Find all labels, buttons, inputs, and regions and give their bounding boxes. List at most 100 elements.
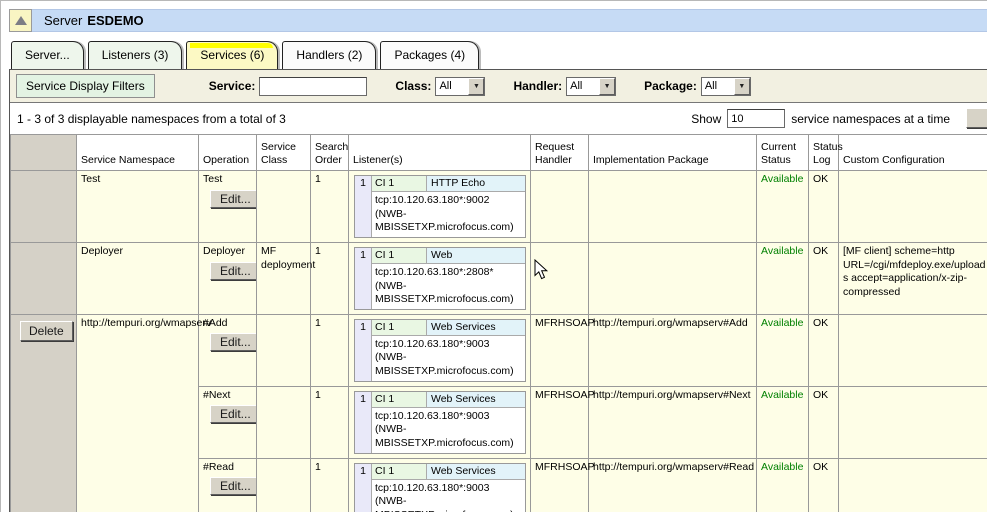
delete-button[interactable]: Delete [20,321,73,341]
implementation-package-cell: http://tempuri.org/wmapserv#Next [589,386,757,458]
chevron-down-icon: ▼ [734,78,750,95]
listener-address: tcp:10.120.63.180*:2808* (NWB-MBISSETXP.… [372,264,525,309]
table-row: Test Test Edit... 1 1 CI 1 HTTP Echo tcp… [11,171,987,243]
edit-button[interactable]: Edit... [210,477,261,495]
tab-listeners[interactable]: Listeners (3) [88,41,183,69]
operation-name: Test [203,173,254,187]
handler-select[interactable]: All ▼ [566,77,616,96]
show-cluster: Show service namespaces at a time [691,109,950,128]
service-class-cell [257,458,311,512]
listener-box: 1 CI 1 Web Services tcp:10.120.63.180*:9… [354,391,526,454]
current-status-cell: Available [757,386,809,458]
service-filter-label: Service: [209,79,256,93]
pagination-row: 1 - 3 of 3 displayable namespaces from a… [10,103,987,134]
handler-select-value: All [567,78,599,95]
tab-services[interactable]: Services (6) [186,41,278,69]
handler-filter-label: Handler: [513,79,562,93]
listener-address: tcp:10.120.63.180*:9003 (NWB-MBISSETXP.m… [372,480,525,512]
row-action-cell [11,171,77,243]
listener-address: tcp:10.120.63.180*:9003 (NWB-MBISSETXP.m… [372,408,525,453]
service-class-cell [257,314,311,386]
listener-host: (NWB-MBISSETXP.microfocus.com) [375,423,522,450]
listener-index: 1 [355,320,372,381]
current-status-cell: Available [757,171,809,243]
operation-name: #Add [203,317,254,331]
row-action-cell [11,242,77,314]
current-status-cell: Available [757,314,809,386]
listener-address: tcp:10.120.63.180*:9003 (NWB-MBISSETXP.m… [372,336,525,381]
server-name: ESDEMO [87,13,143,28]
request-handler-cell: MFRHSOAP [531,314,589,386]
custom-configuration-cell [839,171,987,243]
package-filter-label: Package: [644,79,697,93]
listener-name: HTTP Echo [427,176,525,192]
operation-cell: Test Edit... [199,171,257,243]
server-header-bar: Server ESDEMO [9,9,987,32]
es-admin-screen: Server ESDEMO Server... Listeners (3) Se… [0,0,987,512]
service-class-cell [257,171,311,243]
request-handler-cell: MFRHSOAP [531,386,589,458]
search-order-cell: 1 [311,171,349,243]
edit-button[interactable]: Edit... [210,190,261,208]
header-custom-configuration: Custom Configuration [839,135,987,171]
header-search-order: Search Order [311,135,349,171]
listener-host: (NWB-MBISSETXP.microfocus.com) [375,351,522,378]
implementation-package-cell: http://tempuri.org/wmapserv#Read [589,458,757,512]
operation-name: Deployer [203,245,254,259]
listener-index: 1 [355,392,372,453]
show-suffix: service namespaces at a time [791,112,950,126]
server-title-bar: Server ESDEMO [32,9,987,32]
refresh-button[interactable] [966,108,987,128]
header-operation: Operation [199,135,257,171]
filter-title: Service Display Filters [16,74,155,98]
request-handler-cell: MFRHSOAP [531,458,589,512]
mouse-cursor-icon [534,259,551,281]
search-order-cell: 1 [311,242,349,314]
namespace-cell: Deployer [77,242,199,314]
custom-configuration-cell [839,386,987,458]
search-order-cell: 1 [311,386,349,458]
listener-host: (NWB-MBISSETXP.microfocus.com) [375,495,522,512]
service-class-cell: MF deployment [257,242,311,314]
service-filter-input[interactable] [259,77,367,96]
class-select[interactable]: All ▼ [435,77,485,96]
custom-configuration-cell [839,314,987,386]
table-header-row: Service Namespace Operation Service Clas… [11,135,987,171]
header-listeners: Listener(s) [349,135,531,171]
edit-button[interactable]: Edit... [210,333,261,351]
package-select-value: All [702,78,734,95]
listener-name: Web Services [427,320,525,336]
listener-box: 1 CI 1 Web Services tcp:10.120.63.180*:9… [354,463,526,512]
package-select[interactable]: All ▼ [701,77,751,96]
edit-button[interactable]: Edit... [210,405,261,423]
search-order-cell: 1 [311,314,349,386]
listeners-cell: 1 CI 1 Web tcp:10.120.63.180*:2808* (NWB… [349,242,531,314]
listener-box: 1 CI 1 HTTP Echo tcp:10.120.63.180*:9002… [354,175,526,238]
filter-row: Service Display Filters Service: Class: … [10,70,987,103]
chevron-down-icon: ▼ [599,78,615,95]
search-order-cell: 1 [311,458,349,512]
edit-button[interactable]: Edit... [210,262,261,280]
table-row: Delete http://tempuri.org/wmapserv #Add … [11,314,987,386]
custom-configuration-cell: [MF client] scheme=http URL=/cgi/mfdeplo… [839,242,987,314]
listener-box: 1 CI 1 Web Services tcp:10.120.63.180*:9… [354,319,526,382]
triangle-up-icon [15,16,27,25]
operation-cell: #Next Edit... [199,386,257,458]
operation-name: #Read [203,461,254,475]
listeners-cell: 1 CI 1 Web Services tcp:10.120.63.180*:9… [349,458,531,512]
header-current-status: Current Status [757,135,809,171]
listener-name: Web Services [427,464,525,480]
show-label: Show [691,112,721,126]
listeners-cell: 1 CI 1 Web Services tcp:10.120.63.180*:9… [349,386,531,458]
status-log-cell: OK [809,386,839,458]
status-log-cell: OK [809,242,839,314]
tab-packages[interactable]: Packages (4) [380,41,479,69]
listener-endpoint: tcp:10.120.63.180*:9003 [375,338,522,352]
listener-endpoint: tcp:10.120.63.180*:9003 [375,410,522,424]
services-panel: Service Display Filters Service: Class: … [9,69,987,512]
show-count-input[interactable] [727,109,785,128]
tab-server[interactable]: Server... [11,41,84,69]
collapse-button[interactable] [9,9,32,32]
tab-handlers[interactable]: Handlers (2) [282,41,376,69]
current-status-cell: Available [757,458,809,512]
